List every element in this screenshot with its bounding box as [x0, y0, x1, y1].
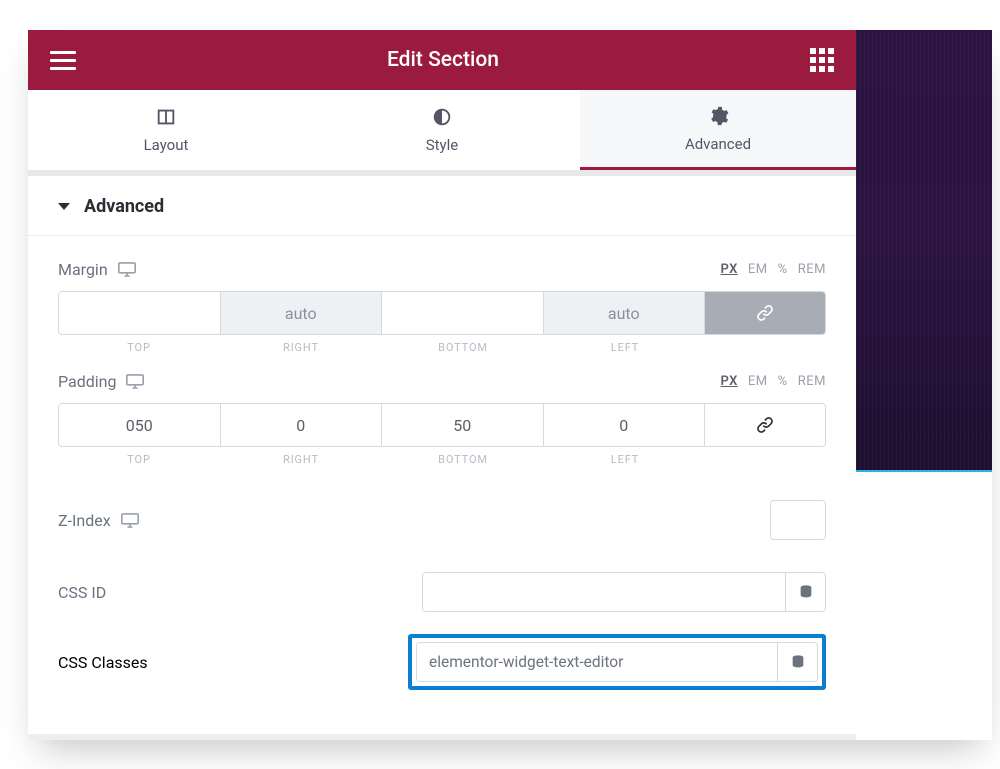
margin-top-input[interactable]: [59, 292, 220, 334]
unit-px[interactable]: PX: [721, 374, 738, 389]
editor-panel: Edit Section Layout Style Advanced: [28, 30, 856, 740]
responsive-icon[interactable]: [126, 374, 144, 389]
unit-pct[interactable]: %: [778, 262, 788, 277]
dynamic-tags-button[interactable]: [785, 573, 825, 611]
responsive-icon[interactable]: [121, 513, 139, 528]
pos-label: BOTTOM: [382, 341, 544, 354]
menu-icon[interactable]: [50, 51, 76, 70]
padding-left-input[interactable]: [544, 404, 705, 446]
widgets-grid-icon[interactable]: [810, 48, 834, 72]
dynamic-tags-button[interactable]: [777, 643, 817, 681]
unit-em[interactable]: EM: [748, 262, 768, 277]
cssclasses-input[interactable]: [417, 643, 777, 681]
database-icon: [790, 654, 806, 670]
margin-units: PX EM % REM: [721, 262, 827, 277]
unit-rem[interactable]: REM: [798, 374, 826, 389]
cssclasses-highlight: [408, 634, 826, 690]
pos-label: TOP: [58, 453, 220, 466]
margin-link-toggle[interactable]: [705, 292, 825, 334]
zindex-label: Z-Index: [58, 511, 111, 530]
cssid-label: CSS ID: [58, 583, 106, 602]
tab-style[interactable]: Style: [304, 90, 580, 170]
style-icon: [431, 106, 453, 128]
tab-label: Layout: [144, 136, 189, 154]
tabs: Layout Style Advanced: [28, 90, 856, 170]
unit-em[interactable]: EM: [748, 374, 768, 389]
database-icon: [798, 584, 814, 600]
cssclasses-label: CSS Classes: [58, 653, 148, 672]
caret-down-icon: [58, 203, 70, 210]
unit-pct[interactable]: %: [778, 374, 788, 389]
section-toggle-advanced[interactable]: Advanced: [28, 176, 856, 236]
padding-link-toggle[interactable]: [705, 404, 825, 446]
margin-right-value[interactable]: auto: [221, 292, 383, 334]
tab-label: Style: [426, 136, 459, 154]
padding-controls: [58, 403, 826, 447]
gear-icon: [707, 105, 729, 127]
tab-advanced[interactable]: Advanced: [580, 90, 856, 170]
margin-controls: auto auto: [58, 291, 826, 335]
tab-label: Advanced: [685, 135, 751, 153]
responsive-icon[interactable]: [118, 262, 136, 277]
pos-label: TOP: [58, 341, 220, 354]
pos-label: LEFT: [544, 341, 706, 354]
padding-bottom-input[interactable]: [382, 404, 543, 446]
pos-label: LEFT: [544, 453, 706, 466]
divider: [28, 734, 856, 740]
panel-title: Edit Section: [387, 48, 499, 72]
tab-layout[interactable]: Layout: [28, 90, 304, 170]
zindex-input[interactable]: [770, 500, 826, 540]
padding-label: Padding: [58, 372, 116, 391]
unit-px[interactable]: PX: [721, 262, 738, 277]
pos-label: RIGHT: [220, 341, 382, 354]
padding-top-input[interactable]: [59, 404, 220, 446]
padding-units: PX EM % REM: [721, 374, 827, 389]
padding-right-input[interactable]: [221, 404, 382, 446]
cssid-input[interactable]: [423, 573, 785, 611]
pos-label: RIGHT: [220, 453, 382, 466]
page-preview[interactable]: [856, 30, 992, 740]
margin-left-value[interactable]: auto: [544, 292, 706, 334]
section-title-label: Advanced: [84, 196, 164, 217]
panel-header: Edit Section: [28, 30, 856, 90]
panel-body: Margin PX EM % REM auto: [28, 236, 856, 734]
unit-rem[interactable]: REM: [798, 262, 826, 277]
link-icon: [755, 303, 775, 323]
layout-icon: [155, 106, 177, 128]
margin-label: Margin: [58, 260, 108, 279]
pos-label: BOTTOM: [382, 453, 544, 466]
margin-bottom-input[interactable]: [382, 292, 543, 334]
link-icon: [755, 415, 775, 435]
selected-section-outline: [856, 470, 992, 740]
